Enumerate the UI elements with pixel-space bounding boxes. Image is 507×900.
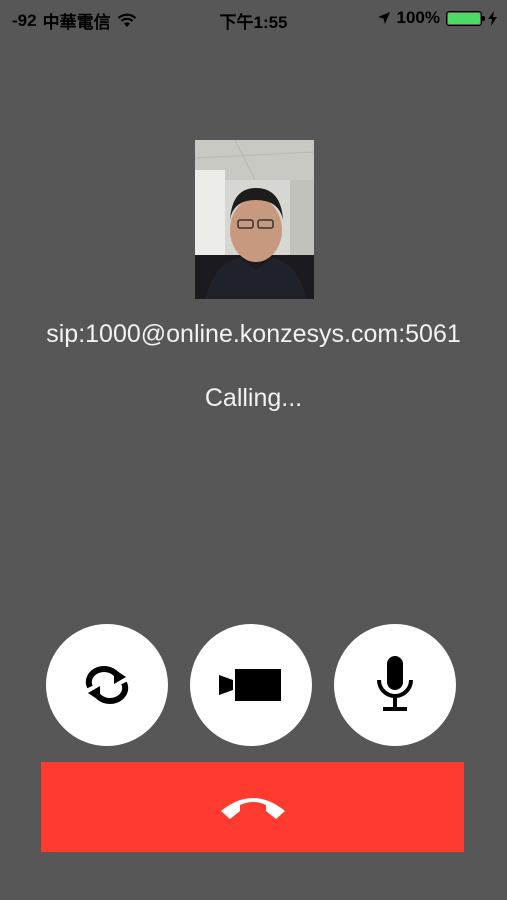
charging-icon: [488, 10, 497, 26]
remote-video-preview: [195, 140, 314, 299]
microphone-icon: [377, 656, 413, 711]
phone-hangup-icon: [220, 798, 285, 819]
video-camera-icon: [219, 669, 281, 701]
switch-camera-icon: [85, 666, 129, 704]
caller-photo: [195, 140, 314, 299]
clock: 下午1:55: [219, 13, 288, 32]
battery-icon: [446, 10, 485, 26]
call-status: Calling...: [204, 384, 303, 412]
microphone-button[interactable]: [334, 624, 456, 746]
switch-camera-button[interactable]: [46, 624, 168, 746]
battery-percent: 100%: [396, 8, 440, 27]
status-bar: -92 中華電信 下午1:55 100%: [0, 0, 507, 36]
video-toggle-button[interactable]: [190, 624, 312, 746]
location-arrow-icon: [377, 12, 390, 24]
call-address: sip:1000@online.konzesys.com:5061: [46, 320, 461, 348]
hang-up-button[interactable]: [41, 762, 464, 852]
